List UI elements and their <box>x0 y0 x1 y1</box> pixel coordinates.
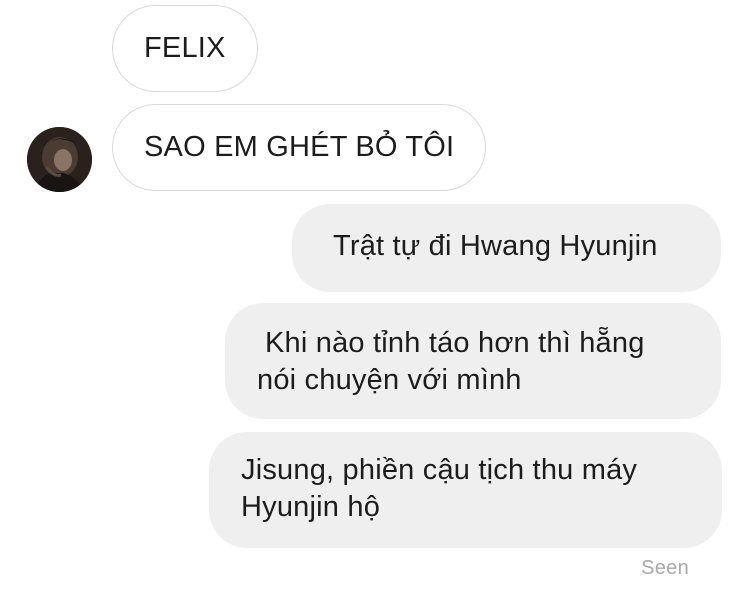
outgoing-message-bubble[interactable]: Jisung, phiền cậu tịch thu máy Hyunjin h… <box>209 432 722 548</box>
message-text-line: Khi nào tỉnh táo hơn thì hẵng <box>265 327 645 359</box>
contact-avatar[interactable] <box>27 127 92 192</box>
outgoing-message-bubble[interactable]: Trật tự đi Hwang Hyunjin <box>292 204 721 292</box>
message-text: Trật tự đi Hwang Hyunjin <box>333 230 658 262</box>
message-text: SAO EM GHÉT BỎ TÔI <box>144 131 455 163</box>
message-text-line: Jisung, phiền cậu tịch thu máy <box>241 454 638 486</box>
avatar-photo-icon <box>27 127 92 192</box>
incoming-message-bubble[interactable]: FELIX <box>112 5 258 92</box>
seen-receipt: Seen <box>641 557 689 579</box>
outgoing-message-bubble[interactable]: Khi nào tỉnh táo hơn thì hẵng nói chuyện… <box>225 303 721 419</box>
message-text-line: Hyunjin hộ <box>241 491 381 523</box>
message-text: FELIX <box>144 32 226 64</box>
incoming-message-bubble[interactable]: SAO EM GHÉT BỎ TÔI <box>112 104 487 191</box>
message-text-line: nói chuyện với mình <box>257 364 522 396</box>
